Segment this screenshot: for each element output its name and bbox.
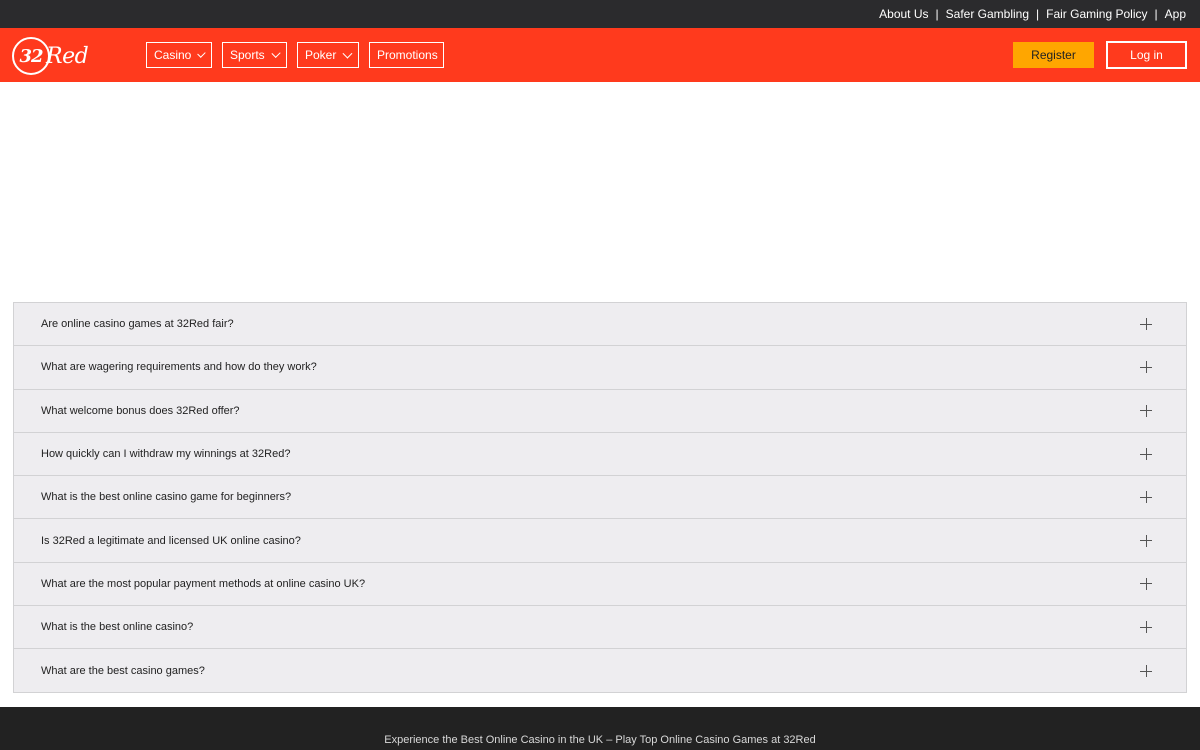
fair-gaming-policy-link[interactable]: Fair Gaming Policy (1046, 7, 1147, 21)
faq-question: Are online casino games at 32Red fair? (41, 318, 234, 331)
nav-casino-label: Casino (154, 48, 192, 62)
plus-icon[interactable] (1140, 621, 1152, 634)
separator: | (935, 7, 939, 21)
footer-tagline: Experience the Best Online Casino in the… (384, 734, 816, 746)
faq-item[interactable]: What are the best casino games? (14, 649, 1186, 692)
plus-icon[interactable] (1140, 404, 1152, 417)
logo-number: 32 (12, 37, 50, 75)
faq-item[interactable]: What is the best online casino? (14, 606, 1186, 650)
register-button[interactable]: Register (1013, 42, 1094, 68)
nav-promotions-button[interactable]: Promotions (369, 42, 444, 68)
faq-item[interactable]: Is 32Red a legitimate and licensed UK on… (14, 519, 1186, 563)
about-us-link[interactable]: About Us (879, 7, 928, 21)
main-navigation: 32 Red Casino Sports Poker Promotions Re… (0, 28, 1200, 82)
plus-icon[interactable] (1140, 318, 1152, 331)
faq-question: What are wagering requirements and how d… (41, 361, 317, 374)
faq-question: What is the best online casino game for … (41, 491, 292, 504)
footer: Experience the Best Online Casino in the… (0, 707, 1200, 750)
plus-icon[interactable] (1140, 665, 1152, 678)
faq-question: What welcome bonus does 32Red offer? (41, 404, 240, 417)
nav-poker-dropdown[interactable]: Poker (297, 42, 359, 68)
faq-question: Is 32Red a legitimate and licensed UK on… (41, 534, 301, 547)
faq-question: What is the best online casino? (41, 621, 194, 634)
nav-casino-dropdown[interactable]: Casino (146, 42, 212, 68)
faq-question: How quickly can I withdraw my winnings a… (41, 448, 291, 461)
faq-item[interactable]: What welcome bonus does 32Red offer? (14, 390, 1186, 433)
plus-icon[interactable] (1140, 361, 1152, 374)
nav-sports-label: Sports (230, 48, 265, 62)
separator: | (1154, 7, 1158, 21)
plus-icon[interactable] (1140, 534, 1152, 547)
top-utility-bar: About Us | Safer Gambling | Fair Gaming … (0, 0, 1200, 28)
faq-accordion: Are online casino games at 32Red fair? W… (13, 302, 1187, 693)
faq-item[interactable]: Are online casino games at 32Red fair? (14, 303, 1186, 347)
plus-icon[interactable] (1140, 448, 1152, 461)
login-button[interactable]: Log in (1106, 41, 1187, 69)
nav-promotions-label: Promotions (377, 48, 438, 62)
app-link[interactable]: App (1165, 7, 1186, 21)
separator: | (1036, 7, 1040, 21)
logo[interactable]: 32 Red (12, 36, 94, 76)
faq-item[interactable]: How quickly can I withdraw my winnings a… (14, 433, 1186, 477)
chevron-down-icon (271, 48, 281, 58)
faq-question: What are the best casino games? (41, 665, 205, 678)
faq-item[interactable]: What is the best online casino game for … (14, 476, 1186, 520)
nav-sports-dropdown[interactable]: Sports (222, 42, 287, 68)
faq-item[interactable]: What are wagering requirements and how d… (14, 346, 1186, 390)
logo-text: Red (46, 43, 89, 69)
faq-item[interactable]: What are the most popular payment method… (14, 563, 1186, 607)
plus-icon[interactable] (1140, 491, 1152, 504)
faq-question: What are the most popular payment method… (41, 577, 366, 590)
chevron-down-icon (197, 48, 206, 58)
nav-poker-label: Poker (305, 48, 337, 62)
plus-icon[interactable] (1140, 577, 1152, 590)
chevron-down-icon (342, 48, 353, 58)
safer-gambling-link[interactable]: Safer Gambling (946, 7, 1029, 21)
